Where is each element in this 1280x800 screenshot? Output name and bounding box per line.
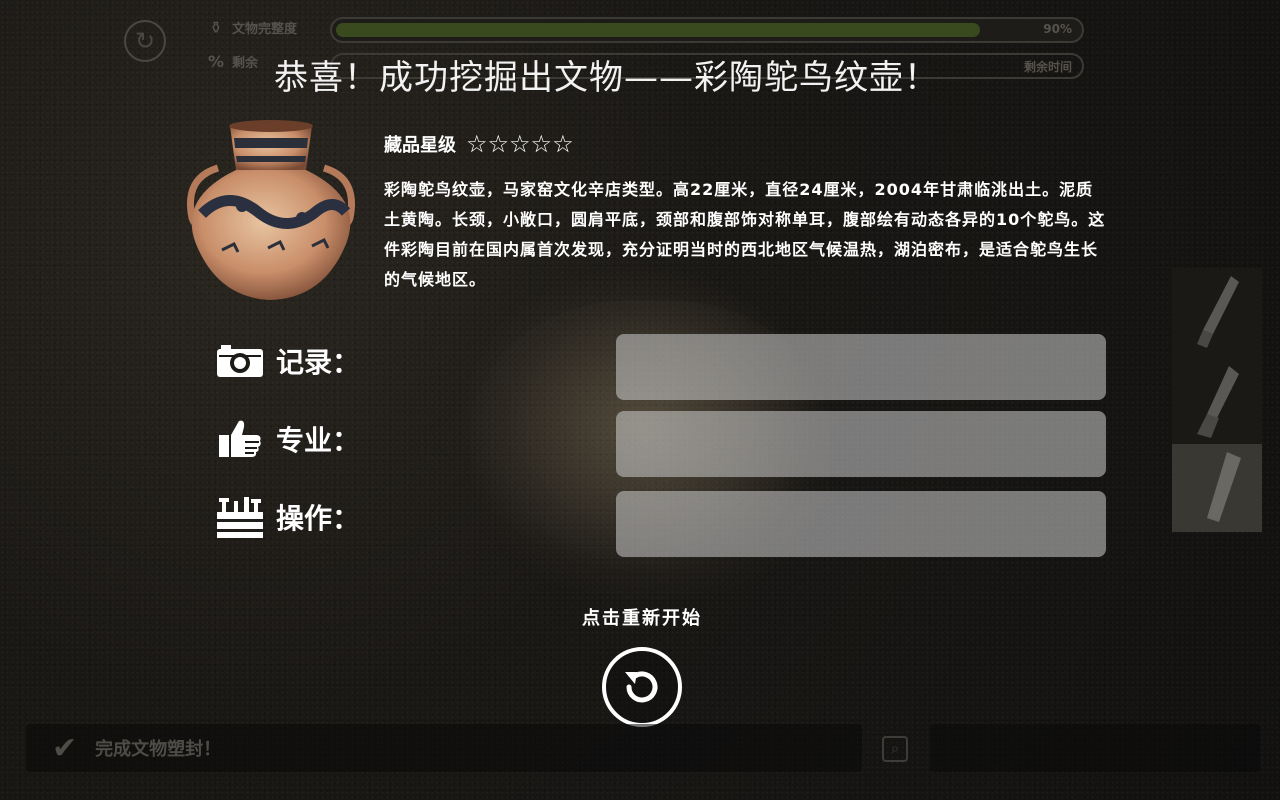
spatula-icon bbox=[1207, 452, 1241, 522]
skill-result-box bbox=[616, 411, 1106, 477]
percent-icon: % bbox=[207, 52, 225, 71]
task-bar: ✔ 完成文物塑封！ bbox=[26, 724, 862, 772]
record-row-label: 记录： bbox=[216, 340, 360, 382]
integrity-progress-fill bbox=[336, 23, 980, 37]
operation-label: 操作： bbox=[276, 502, 361, 535]
integrity-progress-bar: 90% bbox=[330, 17, 1084, 43]
brush-icon bbox=[1197, 276, 1239, 348]
remaining-row: % 剩余 bbox=[206, 52, 258, 71]
magnifier-button[interactable]: ⌕ bbox=[882, 736, 908, 762]
integrity-value: 90% bbox=[1043, 22, 1072, 36]
thumbs-up-icon bbox=[216, 418, 264, 460]
artifact-description: 彩陶鸵鸟纹壶，马家窑文化辛店类型。高22厘米，直径24厘米，2004年甘肃临洮出… bbox=[384, 180, 1106, 289]
skill-label: 专业： bbox=[276, 424, 361, 457]
remaining-label: 剩余 bbox=[232, 56, 259, 71]
restart-button[interactable] bbox=[602, 647, 682, 727]
scraper-icon bbox=[1197, 366, 1239, 438]
restart-icon bbox=[625, 671, 658, 703]
tool-slot-brush[interactable] bbox=[1172, 268, 1262, 356]
skill-row-label: 专业： bbox=[216, 418, 360, 460]
congrats-title: 恭喜！成功挖掘出文物——彩陶鸵鸟纹壶！ bbox=[274, 58, 939, 98]
refresh-icon: ↻ bbox=[134, 27, 156, 55]
tool-strip bbox=[1172, 268, 1262, 534]
hud-refresh-button[interactable]: ↻ bbox=[124, 20, 166, 62]
remaining-time-label: 剩余时间 bbox=[1023, 60, 1072, 74]
integrity-row: ⚱ 文物完整度 bbox=[206, 18, 297, 37]
operation-result-box bbox=[616, 491, 1106, 557]
toolbox-icon bbox=[216, 496, 264, 538]
restart-hint[interactable]: 点击重新开始 bbox=[0, 604, 1280, 630]
task-text: 完成文物塑封！ bbox=[95, 739, 222, 760]
camera-icon bbox=[216, 340, 264, 382]
record-label: 记录： bbox=[276, 346, 361, 379]
magnifier-icon: ⌕ bbox=[891, 741, 899, 757]
tool-slot-scraper[interactable] bbox=[1172, 356, 1262, 444]
vase-icon: ⚱ bbox=[209, 18, 223, 37]
check-icon: ✔ bbox=[52, 730, 78, 766]
rating-row: 藏品星级 ☆☆☆☆☆ bbox=[384, 130, 574, 158]
star-rating: ☆☆☆☆☆ bbox=[466, 130, 574, 158]
integrity-label: 文物完整度 bbox=[232, 22, 298, 37]
operation-row-label: 操作： bbox=[216, 496, 360, 538]
record-result-box bbox=[616, 334, 1106, 400]
rating-label: 藏品星级 bbox=[384, 135, 456, 156]
artifact-image bbox=[187, 120, 355, 300]
tool-slot-spatula[interactable] bbox=[1172, 444, 1262, 532]
bottom-right-panel bbox=[930, 724, 1260, 772]
